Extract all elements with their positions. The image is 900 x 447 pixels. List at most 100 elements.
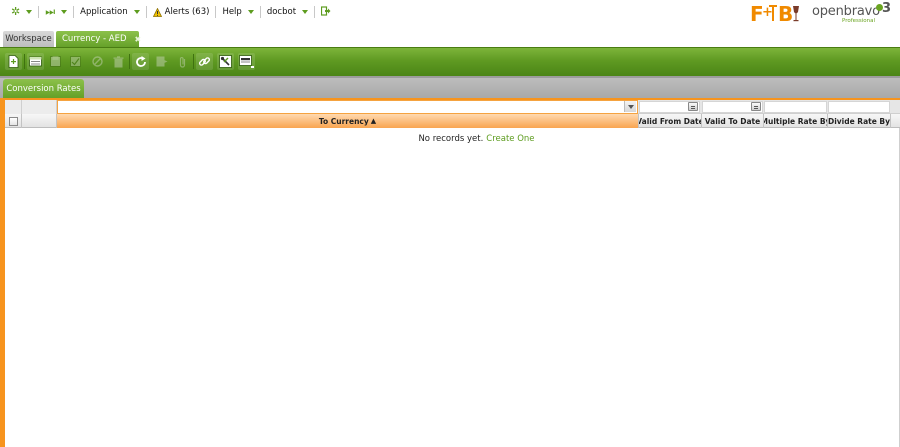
application-menu-label: Application	[80, 7, 128, 17]
sort-ascending-icon: ▲	[370, 117, 377, 125]
column-header-label: Divide Rate By	[828, 116, 891, 126]
tab-workspace[interactable]: Workspace	[3, 31, 54, 47]
nav-divider	[73, 6, 75, 18]
column-header-divide-rate-by[interactable]: Divide Rate By	[828, 114, 891, 128]
sub-tab-bar: Conversion Rates	[0, 78, 900, 98]
undo-icon	[92, 56, 103, 67]
tab-conversion-rates[interactable]: Conversion Rates	[3, 79, 84, 98]
attach-icon	[179, 56, 186, 68]
application-menu[interactable]: Application	[75, 4, 145, 20]
column-header-label: To Currency	[318, 116, 369, 126]
product-version: 3	[882, 1, 892, 16]
window-toolbar	[0, 47, 900, 76]
save-close-icon	[70, 56, 81, 67]
create-one-link[interactable]: Create One	[486, 134, 534, 144]
window-tab-bar: Workspace Currency - AED ✖	[0, 28, 900, 47]
chevron-down-icon	[627, 104, 634, 109]
filter-actions-cell	[22, 100, 57, 114]
save-icon	[50, 56, 61, 67]
tools-button[interactable]	[217, 53, 234, 70]
close-icon[interactable]: ✖	[135, 35, 142, 44]
nav-divider	[215, 6, 217, 18]
nav-divider	[314, 6, 316, 18]
svg-text:B: B	[778, 2, 793, 24]
nav-divider	[38, 6, 40, 18]
tab-currency[interactable]: Currency - AED ✖	[56, 31, 142, 47]
grid-header: To Currency ▲ Valid From Date Valid To D…	[5, 114, 900, 128]
help-menu[interactable]: Help	[217, 4, 258, 20]
fast-forward-icon: ⏭	[45, 5, 56, 18]
tab-label: Conversion Rates	[6, 83, 81, 94]
filter-row	[5, 100, 900, 114]
svg-text:+: +	[762, 5, 773, 20]
tab-label: Currency - AED	[62, 34, 127, 44]
favorites-menu[interactable]: ✲	[6, 4, 37, 20]
export-button[interactable]	[153, 53, 170, 70]
save-button[interactable]	[47, 53, 64, 70]
select-all-cell	[5, 114, 22, 128]
refresh-icon	[135, 55, 146, 67]
chevron-down-icon	[302, 10, 309, 14]
row-actions-header	[22, 114, 57, 128]
new-document-button[interactable]	[5, 53, 22, 70]
logout-button[interactable]	[316, 4, 336, 20]
to-currency-filter-input[interactable]	[57, 100, 638, 114]
alerts-link[interactable]: Alerts (63)	[148, 4, 215, 20]
undo-button[interactable]	[89, 53, 106, 70]
empty-grid-message: No records yet. Create One	[5, 134, 900, 144]
export-icon	[156, 56, 167, 67]
toolbar-divider	[193, 54, 194, 69]
save-close-button[interactable]	[67, 53, 84, 70]
chevron-down-icon	[247, 10, 254, 14]
user-name: docbot	[266, 7, 297, 17]
link-button[interactable]	[196, 53, 213, 70]
product-edition: Professional	[842, 18, 876, 24]
new-row-icon	[29, 56, 42, 67]
column-header-multiple-rate-by[interactable]: Multiple Rate By	[764, 114, 828, 128]
product-logo: openbravo 3 Professional	[812, 1, 896, 25]
nav-divider	[259, 6, 261, 18]
product-name: openbravo	[812, 4, 880, 19]
user-menu[interactable]: docbot	[262, 4, 313, 20]
warning-icon	[152, 7, 162, 17]
client-logo: F + B	[750, 2, 802, 26]
calendar-icon[interactable]	[688, 102, 698, 111]
recent-views-menu[interactable]: ⏭	[40, 4, 72, 20]
toolbar-divider	[129, 54, 130, 69]
column-header-valid-from-date[interactable]: Valid From Date	[639, 114, 702, 128]
refresh-button[interactable]	[132, 53, 149, 70]
calendar-icon[interactable]	[751, 102, 761, 111]
tools-icon	[219, 55, 232, 68]
column-header-label: Valid From Date	[639, 116, 702, 126]
delete-button[interactable]	[110, 53, 127, 70]
column-header-label: Multiple Rate By	[764, 116, 828, 126]
star-icon: ✲	[11, 5, 21, 18]
select-all-checkbox[interactable]	[8, 116, 18, 126]
attach-button[interactable]	[174, 53, 191, 70]
tab-label: Workspace	[5, 34, 52, 44]
divide-rate-filter-input[interactable]	[828, 101, 890, 113]
filter-checkbox-cell	[5, 100, 22, 114]
grid-view-button[interactable]	[238, 53, 255, 70]
column-header-to-currency[interactable]: To Currency ▲	[57, 114, 639, 128]
column-header-label: Valid To Date	[704, 116, 761, 126]
chevron-down-icon	[133, 10, 140, 14]
grid-view-icon	[239, 55, 254, 68]
alerts-label: Alerts (63)	[164, 7, 210, 17]
new-row-button[interactable]	[27, 53, 44, 70]
toolbar-divider	[24, 54, 25, 69]
new-document-icon	[8, 55, 19, 68]
top-navigation-bar: ✲ ⏭ Application Alerts (63) Help docbot	[0, 0, 900, 28]
empty-message-text: No records yet.	[418, 134, 484, 144]
chevron-down-icon	[61, 10, 68, 14]
help-menu-label: Help	[222, 7, 242, 17]
top-nav: ✲ ⏭ Application Alerts (63) Help docbot	[6, 4, 336, 20]
conversion-rates-grid: To Currency ▲ Valid From Date Valid To D…	[5, 100, 900, 447]
column-header-valid-to-date[interactable]: Valid To Date	[702, 114, 764, 128]
link-icon	[198, 57, 211, 66]
logout-icon	[320, 5, 331, 19]
to-currency-filter-dropdown[interactable]	[624, 101, 636, 112]
chevron-down-icon	[26, 10, 33, 14]
multiple-rate-filter-input[interactable]	[764, 101, 827, 113]
nav-divider	[145, 6, 147, 18]
